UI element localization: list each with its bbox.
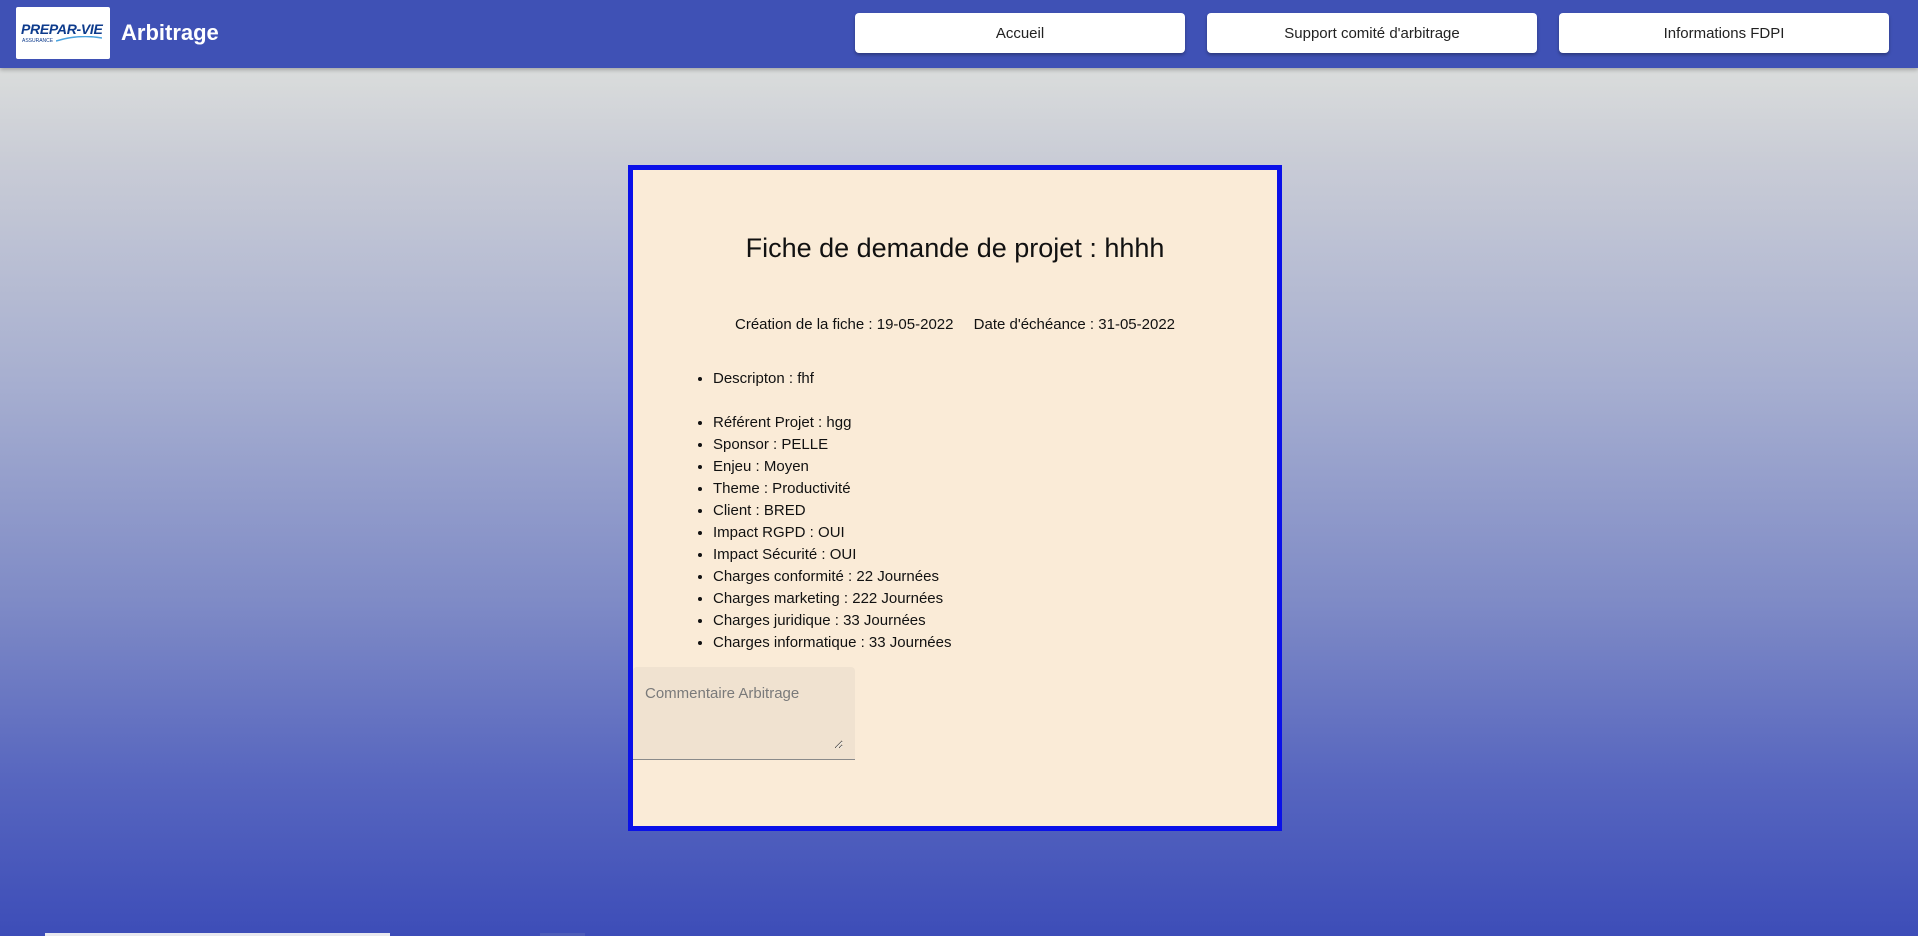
comment-field xyxy=(633,667,855,760)
app-title: Arbitrage xyxy=(121,20,219,45)
description-list: Descripton : fhf xyxy=(695,368,814,390)
project-request-card: Fiche de demande de projet : hhhh Créati… xyxy=(628,165,1282,831)
list-item: Charges juridique : 33 Journées xyxy=(713,610,951,632)
list-item: Impact Sécurité : OUI xyxy=(713,544,951,566)
list-item: Sponsor : PELLE xyxy=(713,434,951,456)
due-date: Date d'échéance : 31-05-2022 xyxy=(973,316,1175,333)
company-logo[interactable]: PREPAR-VIE ASSURANCE xyxy=(16,7,110,59)
list-item: Charges informatique : 33 Journées xyxy=(713,632,951,654)
nav-button-support-comite[interactable]: Support comité d'arbitrage xyxy=(1207,13,1537,53)
comment-arbitrage-input[interactable] xyxy=(633,667,843,749)
project-info-list: Référent Projet : hgg Sponsor : PELLE En… xyxy=(695,412,951,654)
card-title: Fiche de demande de projet : hhhh xyxy=(745,233,1165,263)
list-item: Charges conformité : 22 Journées xyxy=(713,566,951,588)
list-item: Client : BRED xyxy=(713,500,951,522)
logo-swoosh-icon xyxy=(56,36,102,42)
list-item: Impact RGPD : OUI xyxy=(713,522,951,544)
nav-button-informations-fdpi[interactable]: Informations FDPI xyxy=(1559,13,1889,53)
description-item: Descripton : fhf xyxy=(713,368,814,390)
list-item: Enjeu : Moyen xyxy=(713,456,951,478)
logo-subtext: ASSURANCE xyxy=(22,38,54,44)
list-item: Référent Projet : hgg xyxy=(713,412,951,434)
top-app-bar: PREPAR-VIE ASSURANCE Arbitrage Accueil S… xyxy=(0,0,1918,68)
dates-line: Création de la fiche : 19-05-2022 Date d… xyxy=(633,316,1277,333)
logo-text: PREPAR-VIE xyxy=(21,21,103,37)
creation-date: Création de la fiche : 19-05-2022 xyxy=(735,316,954,333)
nav-button-accueil[interactable]: Accueil xyxy=(855,13,1185,53)
list-item: Theme : Productivité xyxy=(713,478,951,500)
list-item: Charges marketing : 222 Journées xyxy=(713,588,951,610)
